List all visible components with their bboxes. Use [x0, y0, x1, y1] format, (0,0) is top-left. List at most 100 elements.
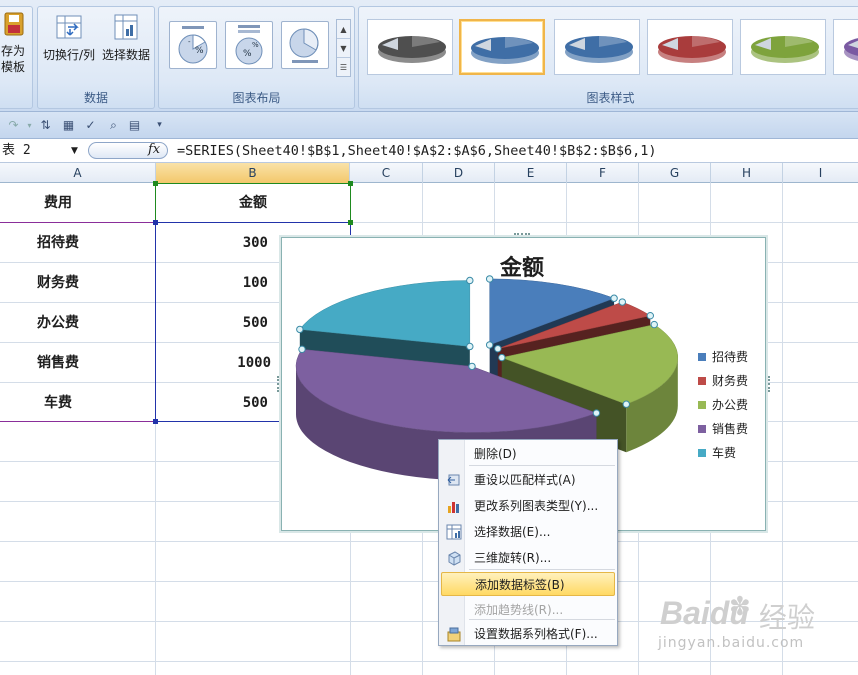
- ribbon-group-type: 存为 模板: [0, 6, 33, 109]
- cell-a4[interactable]: 办公费: [0, 303, 116, 343]
- cell-a5[interactable]: 销售费: [0, 343, 116, 383]
- chart-layout-scroll[interactable]: ▲ ▼ ☰: [336, 19, 351, 77]
- slice-selection-handle[interactable]: [485, 341, 494, 349]
- chart-style-2-icon: [471, 37, 539, 64]
- dropdown-icon[interactable]: ▾: [22, 118, 37, 133]
- print-preview-icon[interactable]: ⌕: [106, 118, 121, 133]
- ribbon-group-chart-styles: 图表样式: [358, 6, 858, 109]
- chart-style-2-button[interactable]: [459, 19, 545, 75]
- context-menu-item-4[interactable]: 选择数据(E)...: [441, 520, 615, 544]
- column-header-i[interactable]: I: [783, 163, 858, 183]
- chart-style-5-button[interactable]: [740, 19, 826, 75]
- calculator-icon[interactable]: ▦: [61, 118, 76, 133]
- slice-selection-handle[interactable]: [494, 344, 502, 353]
- switch-row-column-button[interactable]: 切换行/列: [40, 13, 98, 63]
- slice-selection-handle[interactable]: [296, 325, 304, 334]
- context-menu-item-2[interactable]: 重设以匹配样式(A): [441, 468, 615, 492]
- slice-selection-handle[interactable]: [646, 311, 654, 320]
- slice-selection-handle[interactable]: [466, 276, 474, 285]
- chart-style-4-icon: [658, 36, 726, 63]
- column-header-g[interactable]: G: [639, 163, 711, 183]
- legend-swatch: [698, 353, 706, 361]
- column-header-b[interactable]: B: [156, 163, 350, 183]
- customize-toolbar-icon[interactable]: ▾: [152, 118, 167, 133]
- slice-selection-handle[interactable]: [610, 294, 618, 302]
- chart-layout-2-icon: %%: [235, 25, 263, 65]
- context-menu-item-3[interactable]: 更改系列图表类型(Y)...: [441, 494, 615, 518]
- context-menu-item-6[interactable]: 添加数据标签(B): [441, 572, 615, 596]
- slice-selection-handle[interactable]: [592, 409, 601, 417]
- cell-b1[interactable]: 金额: [156, 183, 350, 223]
- cell-a2[interactable]: 招待费: [0, 223, 116, 263]
- legend-item[interactable]: 招待费: [698, 350, 748, 364]
- expand-gallery-icon[interactable]: ☰: [337, 58, 350, 77]
- reset-style-icon: [446, 472, 462, 488]
- slice-selection-handle[interactable]: [498, 353, 506, 362]
- cell-b5[interactable]: 1000: [156, 343, 271, 383]
- slice-selection-handle[interactable]: [650, 320, 658, 329]
- name-box-dropdown-icon[interactable]: ▼: [71, 141, 78, 161]
- baidu-watermark: Baidu ✽ 经验 jingyan.baidu.com: [655, 590, 855, 670]
- sort-icon[interactable]: ⇅: [38, 118, 53, 133]
- chart-move-handle-top[interactable]: [514, 233, 530, 237]
- slice-selection-handle[interactable]: [622, 400, 630, 408]
- slice-selection-handle[interactable]: [468, 362, 476, 371]
- chart-move-handle-left[interactable]: [277, 376, 281, 392]
- legend-item[interactable]: 财务费: [698, 374, 748, 388]
- context-menu-item-1[interactable]: 删除(D): [441, 442, 615, 466]
- scroll-down-icon[interactable]: ▼: [337, 39, 350, 58]
- column-header-a[interactable]: A: [0, 163, 156, 183]
- redo-icon[interactable]: ↷: [6, 118, 21, 133]
- context-menu-item-5[interactable]: 三维旋转(R)...: [441, 546, 615, 570]
- cell-a6[interactable]: 车费: [0, 383, 116, 423]
- spell-check-icon[interactable]: ✓: [83, 118, 98, 133]
- save-template-label-1: 存为: [0, 44, 25, 58]
- select-data-label: 选择数据: [101, 48, 150, 62]
- cell-a1[interactable]: 费用: [0, 183, 116, 223]
- ribbon: 存为 模板 切换行/列 选择数据 数据 % - %% ▲ ▼ ☰ 图表布局 图表…: [0, 0, 858, 112]
- column-header-row: A B C D E F G H I: [0, 163, 858, 183]
- chart-layout-3-button[interactable]: [281, 21, 329, 69]
- ribbon-group-layout-label: 图表布局: [232, 91, 281, 105]
- chart-move-handle-right[interactable]: [766, 376, 770, 392]
- cell-b3[interactable]: 100: [156, 263, 268, 303]
- column-header-f[interactable]: F: [567, 163, 639, 183]
- legend-item[interactable]: 销售费: [698, 422, 748, 436]
- legend-label: 车费: [712, 446, 737, 460]
- legend-item[interactable]: 车费: [698, 446, 736, 460]
- chart-layout-2-button[interactable]: %%: [225, 21, 273, 69]
- column-header-e[interactable]: E: [495, 163, 567, 183]
- cell-a3[interactable]: 财务费: [0, 263, 116, 303]
- legend-swatch: [698, 377, 706, 385]
- save-as-template-button[interactable]: 存为 模板: [0, 11, 29, 75]
- slice-selection-handle[interactable]: [618, 298, 627, 306]
- column-header-h[interactable]: H: [711, 163, 783, 183]
- select-data-button[interactable]: 选择数据: [98, 13, 154, 63]
- chart-layout-1-button[interactable]: % -: [169, 21, 217, 69]
- slice-selection-handle[interactable]: [298, 345, 306, 354]
- context-menu-label: 删除(D): [474, 447, 517, 461]
- ribbon-group-chart-layout: % - %% ▲ ▼ ☰ 图表布局: [158, 6, 355, 109]
- cell-b4[interactable]: 500: [156, 303, 268, 343]
- legend-swatch: [698, 449, 706, 457]
- slice-selection-handle[interactable]: [466, 342, 474, 351]
- column-header-d[interactable]: D: [423, 163, 495, 183]
- slice-selection-handle[interactable]: [485, 275, 494, 283]
- svg-text:%: %: [243, 49, 252, 59]
- chart-style-3-button[interactable]: [554, 19, 640, 75]
- scroll-up-icon[interactable]: ▲: [337, 20, 350, 39]
- insert-function-button[interactable]: fx: [148, 141, 160, 159]
- context-menu-label: 选择数据(E)...: [474, 525, 551, 539]
- context-menu-item-8[interactable]: 设置数据系列格式(F)...: [441, 622, 615, 646]
- legend-item[interactable]: 办公费: [698, 398, 748, 412]
- svg-text:%: %: [195, 46, 204, 56]
- chart-style-1-button[interactable]: [367, 19, 453, 75]
- chart-style-1-icon: [378, 36, 446, 63]
- chart-style-4-button[interactable]: [647, 19, 733, 75]
- formula-input[interactable]: =SERIES(Sheet40!$B$1,Sheet40!$A$2:$A$6,S…: [177, 141, 657, 161]
- table-icon[interactable]: ▤: [127, 118, 142, 133]
- column-header-c[interactable]: C: [350, 163, 423, 183]
- cell-b6[interactable]: 500: [156, 383, 268, 423]
- cell-b2[interactable]: 300: [156, 223, 268, 263]
- chart-style-6-button[interactable]: [833, 19, 858, 75]
